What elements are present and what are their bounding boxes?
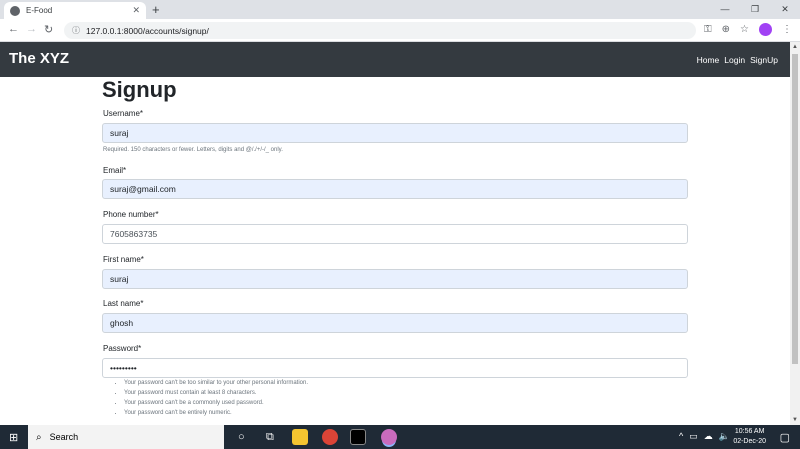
minimize-button[interactable]: — [710, 0, 740, 19]
chevron-up-icon[interactable]: ^ [679, 431, 683, 442]
phone-field[interactable]: 7605863735 [102, 224, 688, 244]
password-help-item: Your password must contain at least 8 ch… [124, 390, 308, 400]
clock-time: 10:56 AM [734, 428, 765, 435]
windows-start-icon[interactable]: ⊞ [9, 431, 18, 444]
star-icon[interactable]: ☆ [740, 24, 749, 35]
username-help: Required. 150 characters or fewer. Lette… [103, 147, 283, 153]
file-explorer-icon[interactable] [292, 429, 308, 445]
signup-form: Signup Username* suraj Required. 150 cha… [0, 77, 790, 425]
tab-title: E-Food [26, 6, 53, 15]
email-field[interactable]: suraj@gmail.com [102, 179, 688, 199]
last-name-label: Last name* [103, 299, 144, 308]
search-icon: ⌕ [36, 431, 42, 443]
password-field[interactable]: ••••••••• [102, 358, 688, 378]
page-scrollbar[interactable]: ▲ ▼ [790, 42, 800, 425]
password-help-item: Your password can't be too similar to yo… [124, 380, 308, 390]
terminal-icon[interactable] [350, 429, 366, 445]
toolbar-icons: ⚿ ⊕ ☆ ⋮ [704, 23, 792, 36]
clock-date: 02-Dec-20 [733, 438, 766, 445]
taskbar-search[interactable]: ⌕ Search [28, 425, 224, 449]
chrome-profile-icon[interactable] [381, 429, 397, 445]
nav-signup-link[interactable]: SignUp [750, 55, 778, 65]
key-icon[interactable]: ⚿ [704, 24, 712, 35]
notification-icon[interactable]: ▢ [780, 431, 790, 444]
chrome-icon[interactable] [322, 429, 338, 445]
reload-icon[interactable]: ↻ [44, 23, 53, 36]
clock[interactable]: 10:56 AM 02-Dec-20 [733, 427, 766, 447]
cloud-icon[interactable]: ☁ [704, 431, 713, 442]
window-controls: — ❐ ✕ [710, 0, 800, 19]
globe-icon [10, 5, 20, 16]
page-title: Signup [102, 77, 177, 102]
url-input[interactable]: ⓘ 127.0.0.1:8000/accounts/signup/ [64, 22, 696, 39]
password-label: Password* [103, 344, 142, 353]
first-name-label: First name* [103, 255, 144, 264]
password-help-item: Your password can't be a commonly used p… [124, 400, 308, 410]
close-window-button[interactable]: ✕ [770, 0, 800, 19]
username-field[interactable]: suraj [102, 123, 688, 143]
system-tray: ^ ▭ ☁ 🔈 [679, 431, 730, 442]
nav-links: Home Login SignUp [697, 55, 778, 65]
url-text: 127.0.0.1:8000/accounts/signup/ [86, 25, 209, 36]
back-icon[interactable]: ← [8, 23, 19, 35]
browser-tab-bar: E-Food ✕ + — ❐ ✕ [0, 0, 800, 19]
address-bar-row: ← → ↻ ⓘ 127.0.0.1:8000/accounts/signup/ … [0, 19, 800, 42]
task-view-icon[interactable]: ⧉ [266, 431, 274, 444]
taskbar: ⊞ ⌕ Search ○ ⧉ ^ ▭ ☁ 🔈 10:56 AM 02-Dec-2… [0, 425, 800, 449]
search-label: Search [49, 432, 79, 442]
profile-avatar[interactable] [759, 23, 772, 36]
zoom-icon[interactable]: ⊕ [722, 24, 730, 35]
password-help-item: Your password can't be entirely numeric. [124, 410, 308, 420]
restore-button[interactable]: ❐ [740, 0, 770, 19]
network-icon[interactable]: ▭ [689, 431, 698, 442]
nav-login-link[interactable]: Login [724, 55, 745, 65]
scroll-up-icon[interactable]: ▲ [792, 44, 798, 50]
password-help-list: Your password can't be too similar to yo… [124, 380, 308, 420]
forward-icon[interactable]: → [26, 23, 37, 35]
info-icon[interactable]: ⓘ [72, 25, 80, 36]
email-label: Email* [103, 166, 127, 175]
site-brand[interactable]: The XYZ [9, 50, 69, 67]
first-name-field[interactable]: suraj [102, 269, 688, 289]
browser-tab[interactable]: E-Food ✕ [4, 2, 146, 19]
new-tab-button[interactable]: + [152, 2, 160, 17]
username-label: Username* [103, 109, 144, 118]
phone-label: Phone number* [103, 210, 159, 219]
close-tab-icon[interactable]: ✕ [132, 5, 140, 16]
volume-icon[interactable]: 🔈 [719, 431, 730, 442]
nav-home-link[interactable]: Home [697, 55, 720, 65]
last-name-field[interactable]: ghosh [102, 313, 688, 333]
site-navbar: The XYZ Home Login SignUp [0, 42, 790, 77]
cortana-icon[interactable]: ○ [238, 431, 245, 443]
scrollbar-thumb[interactable] [792, 54, 798, 364]
scroll-down-icon[interactable]: ▼ [792, 417, 798, 423]
menu-icon[interactable]: ⋮ [782, 24, 792, 35]
